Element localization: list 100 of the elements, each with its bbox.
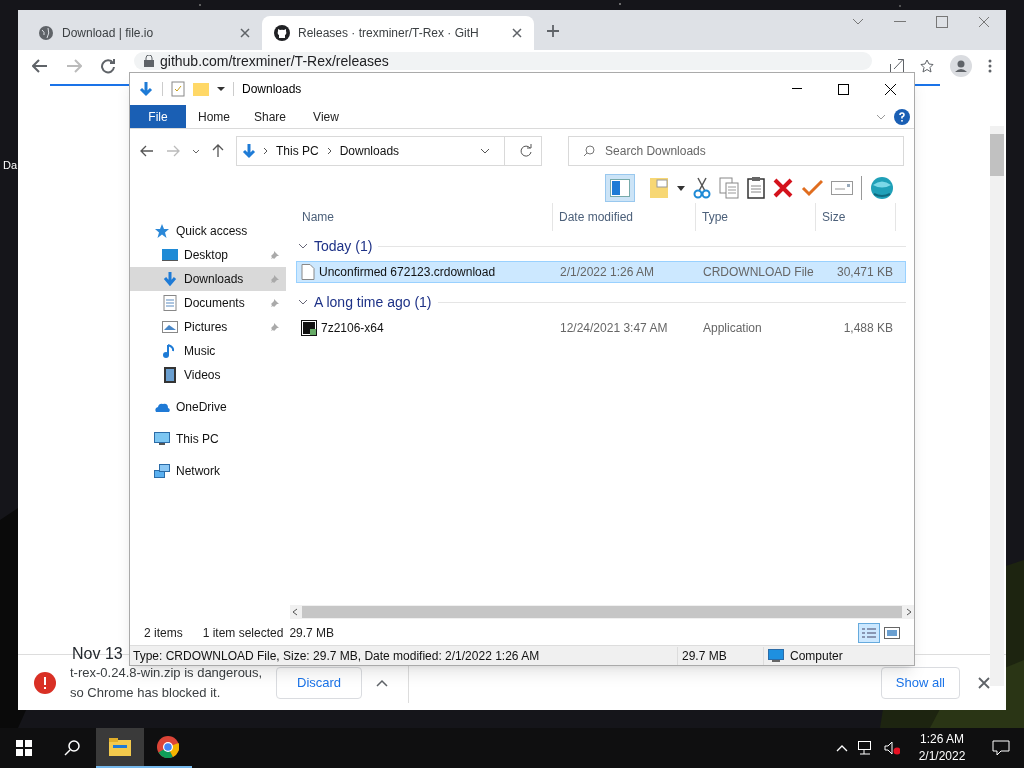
ribbon-tab[interactable]: Home <box>186 105 242 128</box>
taskbar-app[interactable] <box>96 728 144 768</box>
pictures-icon <box>162 319 178 335</box>
download-arrow-icon <box>241 143 257 159</box>
clock-date[interactable]: 2/1/2022 <box>918 748 966 765</box>
forward-icon <box>166 145 180 157</box>
size-cell-text: 1,488 KB <box>842 320 894 337</box>
lock-icon <box>144 55 154 67</box>
download-arrow-icon <box>162 271 178 287</box>
details-view-icon <box>862 627 876 639</box>
file-row[interactable]: 7z2106-x64 12/24/2021 3:47 AM Application 1,488 KB <box>296 317 906 339</box>
document-icon <box>162 295 178 311</box>
file-row[interactable]: Unconfirmed 672123.crdownload 2/1/2022 1:26 AM CRDOWNLOAD File 30,471 KB <box>296 261 906 283</box>
up-icon <box>212 144 224 158</box>
nav-item[interactable]: Desktop <box>130 243 286 267</box>
nav-item[interactable]: Documents <box>130 291 286 315</box>
nav-item[interactable]: Music <box>130 339 286 363</box>
breadcrumb-item[interactable]: This PC <box>274 142 321 160</box>
nav-item[interactable]: Quick access <box>130 219 286 243</box>
chevron-right-icon <box>263 147 268 155</box>
ribbon-tab[interactable]: View <box>298 105 354 128</box>
large-icons-view-icon <box>884 627 900 639</box>
close-icon <box>512 28 522 38</box>
preview-pane-button[interactable] <box>605 174 635 202</box>
properties-icon <box>171 81 185 97</box>
nav-label: OneDrive <box>176 399 228 416</box>
forward-icon <box>66 59 82 73</box>
folder-icon <box>109 738 131 756</box>
ribbon-tab[interactable]: File <box>130 105 186 128</box>
nav-item[interactable]: Downloads <box>130 267 286 291</box>
details-view-button[interactable] <box>858 623 880 643</box>
back-icon <box>140 145 154 157</box>
monitor-icon <box>768 648 784 663</box>
help-icon <box>894 108 910 125</box>
nav-item[interactable]: This PC <box>130 427 286 451</box>
chevron-up-icon <box>836 744 848 752</box>
column-header[interactable]: Size <box>816 203 896 231</box>
notification-icon <box>992 740 1010 756</box>
item-count: 2 items <box>144 625 183 642</box>
desktop-icon-label[interactable]: Da <box>3 157 18 174</box>
details-text: Type: CRDOWNLOAD File, Size: 29.7 MB, Date modified: 2/1/2022 1:26 AM <box>130 646 678 665</box>
nav-item[interactable]: Pictures <box>130 315 286 339</box>
pin-icon <box>270 274 280 284</box>
windows-icon <box>16 740 32 756</box>
pin-icon <box>270 250 280 260</box>
nav-label: Quick access <box>176 223 249 240</box>
error-icon <box>34 671 56 694</box>
size-cell-text: 30,471 KB <box>835 264 894 281</box>
scrollbar[interactable] <box>990 126 1004 686</box>
film-icon <box>162 367 178 383</box>
ribbon-tab[interactable]: Share <box>242 105 298 128</box>
search-icon <box>64 740 80 756</box>
type-cell-text: CRDOWNLOAD File <box>702 264 815 281</box>
nav-label: Network <box>176 463 221 480</box>
selection-size: 29.7 MB <box>289 625 335 642</box>
column-header[interactable]: Name <box>296 203 553 231</box>
address-bar[interactable]: github.com/trexminer/T-Rex/releases <box>134 52 872 70</box>
search-field[interactable]: Search Downloads <box>568 136 904 166</box>
reload-icon <box>100 58 116 74</box>
network-icon <box>858 741 874 755</box>
minimize-icon <box>894 21 906 23</box>
file-name: 7z2106-x64 <box>321 320 384 337</box>
breadcrumb-item[interactable]: Downloads <box>337 142 402 160</box>
clipboard-icon <box>747 177 765 199</box>
column-header[interactable]: Date modified <box>553 203 696 231</box>
chevron-right-icon <box>326 147 332 155</box>
star-icon <box>920 59 934 73</box>
group-header[interactable]: Today (1) <box>296 233 906 259</box>
file-name: Unconfirmed 672123.crdownload <box>319 264 496 281</box>
copy-icon <box>719 177 739 199</box>
scissors-icon <box>693 177 711 199</box>
github-icon <box>274 25 290 41</box>
delete-icon <box>773 178 793 198</box>
horizontal-scrollbar[interactable] <box>290 605 914 619</box>
nav-item[interactable]: Network <box>130 459 286 483</box>
star-icon <box>154 223 170 239</box>
close-icon <box>978 16 990 28</box>
address-field[interactable]: This PC Downloads <box>236 136 543 166</box>
page-text: Nov 13 <box>72 644 123 664</box>
column-header[interactable]: Type <box>696 203 816 231</box>
close-icon <box>885 83 896 95</box>
pin-icon <box>270 322 280 332</box>
monitor-icon <box>154 431 170 447</box>
clock-time[interactable]: 1:26 AM <box>920 731 964 748</box>
nav-item[interactable]: OneDrive <box>130 395 286 419</box>
chevron-left-icon <box>292 608 298 616</box>
chevron-down-icon <box>298 241 308 251</box>
tab-title: Download | file.io <box>62 25 155 42</box>
nav-item[interactable]: Videos <box>130 363 286 387</box>
avatar-icon <box>950 55 972 77</box>
pin-icon <box>270 298 280 308</box>
blank-file-icon <box>301 264 315 280</box>
browser-tab[interactable]: Releases · trexminer/T-Rex · GitH <box>262 16 534 50</box>
refresh-icon <box>519 144 534 158</box>
chevron-down-icon <box>852 18 864 26</box>
download-arrow-icon <box>138 81 154 97</box>
group-header[interactable]: A long time ago (1) <box>296 289 906 315</box>
note-icon <box>649 177 669 199</box>
browser-tab[interactable]: Download | file.io <box>26 16 262 50</box>
back-icon <box>32 59 48 73</box>
